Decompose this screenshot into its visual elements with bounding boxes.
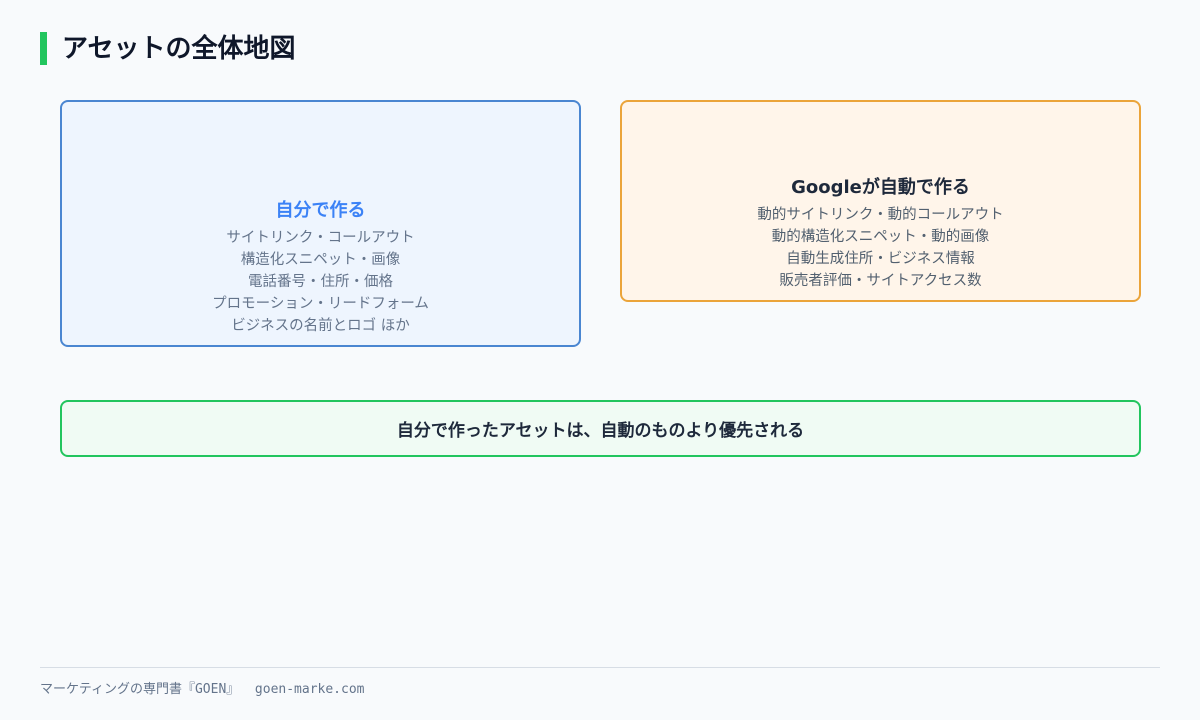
self-created-item: 構造化スニペット・画像	[240, 252, 401, 268]
self-created-assets-card: 自分で作る サイトリンク・コールアウト 構造化スニペット・画像 電話番号・住所・…	[60, 100, 581, 347]
google-auto-item: 販売者評価・サイトアクセス数	[779, 273, 982, 289]
self-created-item: ビジネスの名前とロゴ ほか	[231, 318, 410, 334]
footer-divider	[40, 667, 1160, 668]
footer-credit: マーケティングの専門書『GOEN』 goen-marke.com	[40, 682, 365, 697]
priority-note-banner: 自分で作ったアセットは、自動のものより優先される	[60, 400, 1141, 457]
page-title: アセットの全体地図	[62, 34, 296, 64]
google-auto-card-title: Googleが自動で作る	[791, 177, 970, 198]
self-created-item: サイトリンク・コールアウト	[226, 230, 415, 246]
google-auto-item: 自動生成住所・ビジネス情報	[786, 251, 975, 267]
self-created-item: プロモーション・リードフォーム	[212, 296, 429, 312]
google-auto-item: 動的構造化スニペット・動的画像	[771, 229, 990, 245]
title-accent-bar	[40, 32, 47, 65]
google-auto-item: 動的サイトリンク・動的コールアウト	[757, 207, 1004, 223]
self-created-card-title: 自分で作る	[275, 200, 366, 221]
self-created-item: 電話番号・住所・価格	[248, 274, 393, 290]
google-auto-assets-card: Googleが自動で作る 動的サイトリンク・動的コールアウト 動的構造化スニペッ…	[620, 100, 1141, 302]
